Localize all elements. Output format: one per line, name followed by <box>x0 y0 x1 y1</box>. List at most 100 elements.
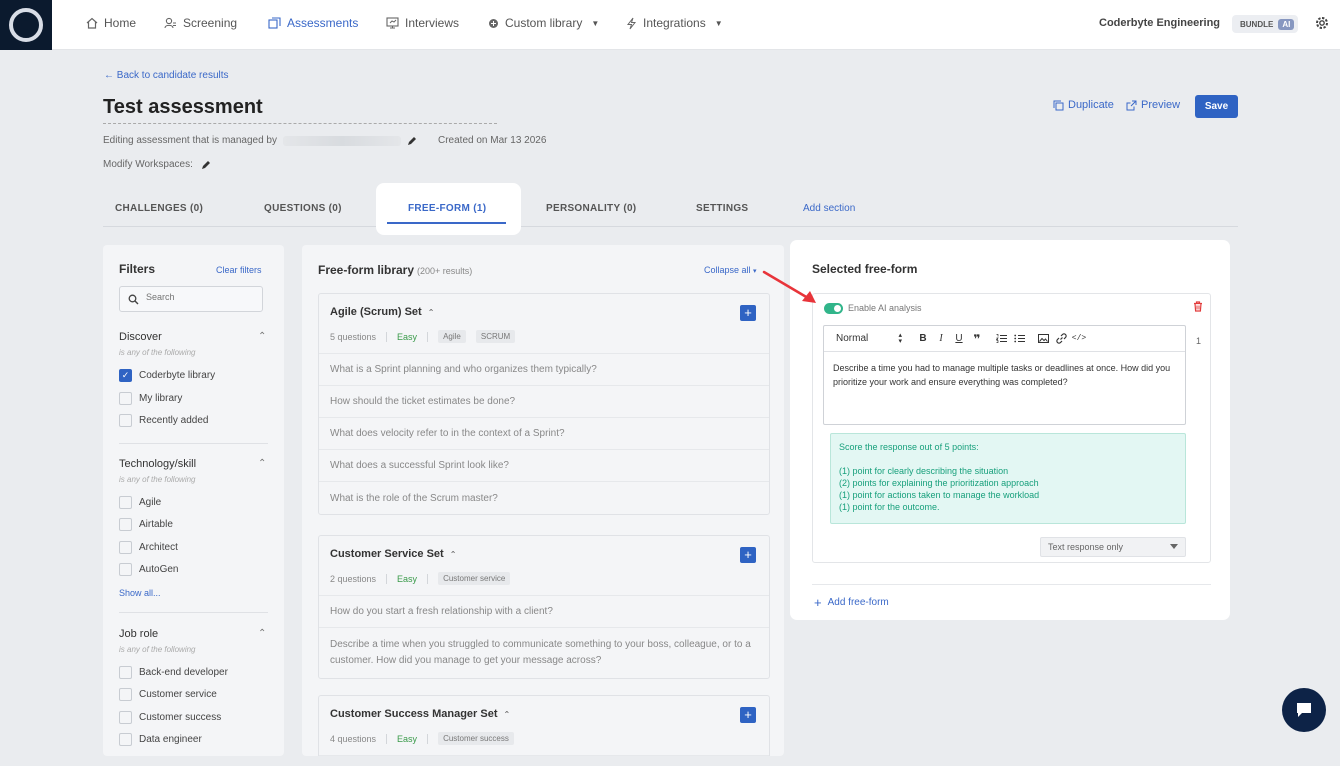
nav-interviews[interactable]: Interviews <box>386 0 459 46</box>
chevron-up-icon[interactable]: ⌃ <box>258 458 266 469</box>
library-question[interactable]: Describe a time when you struggled to co… <box>319 628 769 678</box>
nav-assessments[interactable]: Assessments <box>268 0 358 46</box>
set-header[interactable]: Customer Service Set ⌃ + 2 questions Easy… <box>319 536 769 596</box>
nav-home[interactable]: Home <box>86 0 136 46</box>
gear-icon[interactable] <box>1314 15 1330 31</box>
duplicate-label: Duplicate <box>1068 99 1114 111</box>
filter-option-my-library[interactable]: My library <box>119 392 182 405</box>
chevron-up-icon[interactable]: ⌃ <box>258 628 266 639</box>
question-editor[interactable]: Normal ▴ ▾ B I U ❞ </> Describe a time y… <box>823 325 1186 425</box>
nav-screening[interactable]: Screening <box>164 0 237 46</box>
add-set-button[interactable]: + <box>740 707 756 723</box>
nav-integrations[interactable]: Integrations ▼ <box>626 0 723 46</box>
coderbyte-logo[interactable] <box>0 0 52 50</box>
filter-option-airtable[interactable]: Airtable <box>119 518 173 531</box>
tab-free-form[interactable]: FREE-FORM (1) <box>408 203 486 214</box>
checkbox[interactable] <box>119 563 132 576</box>
set-header[interactable]: Customer Success Manager Set ⌃ + 4 questi… <box>319 696 769 756</box>
save-button[interactable]: Save <box>1195 95 1238 118</box>
rubric-line: (2) points for explaining the prioritiza… <box>839 478 1039 488</box>
filter-option-back-end-developer[interactable]: Back-end developer <box>119 666 228 679</box>
link-icon[interactable] <box>1052 333 1070 344</box>
checkbox-checked[interactable]: ✓ <box>119 369 132 382</box>
set-question-count: 4 questions <box>330 733 377 744</box>
filter-group-technology-title[interactable]: Technology/skill <box>119 458 196 470</box>
filter-option-customer-service[interactable]: Customer service <box>119 688 217 701</box>
checkbox[interactable] <box>119 496 132 509</box>
pencil-icon[interactable] <box>201 160 211 170</box>
library-question[interactable]: What does a successful Sprint look like? <box>319 450 769 482</box>
ordered-list-icon[interactable] <box>992 334 1010 343</box>
collapse-all-link[interactable]: Collapse all ▾ <box>704 265 757 275</box>
response-type-select[interactable]: Text response only <box>1040 537 1186 557</box>
updown-icon: ▴ ▾ <box>898 331 902 345</box>
filter-option-customer-success[interactable]: Customer success <box>119 711 221 724</box>
rubric-line: (1) point for clearly describing the sit… <box>839 466 1009 476</box>
checkbox[interactable] <box>119 518 132 531</box>
add-free-form-button[interactable]: + Add free-form <box>814 595 889 610</box>
add-section-link[interactable]: Add section <box>803 203 855 214</box>
tab-settings[interactable]: SETTINGS <box>696 203 748 214</box>
filter-group-job-role-title[interactable]: Job role <box>119 628 158 640</box>
organization-name[interactable]: Coderbyte Engineering <box>1099 17 1220 29</box>
difficulty-badge: Easy <box>397 573 418 584</box>
duplicate-button[interactable]: Duplicate <box>1053 99 1114 111</box>
checkbox[interactable] <box>119 414 132 427</box>
checkbox[interactable] <box>119 392 132 405</box>
page-title[interactable]: Test assessment <box>103 96 497 124</box>
checkbox[interactable] <box>119 711 132 724</box>
library-question[interactable]: How do you start a fresh relationship wi… <box>319 596 769 628</box>
pencil-icon[interactable] <box>407 136 417 146</box>
format-select[interactable]: Normal ▴ ▾ <box>836 331 902 345</box>
library-question[interactable]: What does velocity refer to in the conte… <box>319 418 769 450</box>
underline-icon[interactable]: U <box>950 333 968 344</box>
checkbox[interactable] <box>119 666 132 679</box>
italic-icon[interactable]: I <box>932 333 950 344</box>
ai-analysis-toggle[interactable] <box>824 303 843 314</box>
chevron-up-icon[interactable]: ⌃ <box>428 308 435 317</box>
code-icon[interactable]: </> <box>1070 334 1088 343</box>
library-question[interactable]: What is the role of the Scrum master? <box>319 482 769 514</box>
checkbox[interactable] <box>119 733 132 746</box>
filter-divider <box>119 443 268 444</box>
tag: Customer success <box>438 732 514 745</box>
checkbox[interactable] <box>119 541 132 554</box>
bold-icon[interactable]: B <box>914 333 932 344</box>
set-meta: 4 questions Easy Customer success <box>330 732 514 745</box>
filter-option-agile[interactable]: Agile <box>119 496 161 509</box>
set-name-text: Customer Service Set <box>330 548 444 560</box>
filter-search-field[interactable] <box>119 286 263 312</box>
filter-option-data-engineer[interactable]: Data engineer <box>119 733 202 746</box>
checkbox[interactable] <box>119 688 132 701</box>
ai-scoring-rubric[interactable]: Score the response out of 5 points: (1) … <box>830 433 1186 524</box>
quote-icon[interactable]: ❞ <box>968 332 986 346</box>
tab-challenges[interactable]: CHALLENGES (0) <box>115 203 203 214</box>
filter-search-input[interactable] <box>146 292 256 302</box>
library-question[interactable]: How should the ticket estimates be done? <box>319 386 769 418</box>
filter-option-architect[interactable]: Architect <box>119 541 178 554</box>
chevron-up-icon[interactable]: ⌃ <box>450 550 457 559</box>
rubric-line <box>839 453 1177 465</box>
add-set-button[interactable]: + <box>740 547 756 563</box>
preview-button[interactable]: Preview <box>1126 99 1180 111</box>
library-question[interactable]: What is a Sprint planning and who organi… <box>319 354 769 386</box>
add-set-button[interactable]: + <box>740 305 756 321</box>
image-icon[interactable] <box>1034 334 1052 343</box>
chat-button[interactable] <box>1282 688 1326 732</box>
filter-group-discover-title[interactable]: Discover <box>119 331 162 343</box>
tab-personality[interactable]: PERSONALITY (0) <box>546 203 636 214</box>
show-all-link[interactable]: Show all... <box>119 588 161 598</box>
filter-option-recently-added[interactable]: Recently added <box>119 414 209 427</box>
set-header[interactable]: Agile (Scrum) Set ⌃ + 5 questions Easy Ag… <box>319 294 769 354</box>
filter-option-autogen[interactable]: AutoGen <box>119 563 178 576</box>
bullet-list-icon[interactable] <box>1010 334 1028 343</box>
chevron-up-icon[interactable]: ⌃ <box>504 710 511 719</box>
filter-option-coderbyte-library[interactable]: ✓ Coderbyte library <box>119 369 215 382</box>
trash-icon[interactable] <box>1193 301 1203 312</box>
tab-questions[interactable]: QUESTIONS (0) <box>264 203 342 214</box>
clear-filters-link[interactable]: Clear filters <box>216 265 262 275</box>
nav-custom-library[interactable]: Custom library ▼ <box>488 0 599 46</box>
chevron-up-icon[interactable]: ⌃ <box>258 331 266 342</box>
back-to-results-link[interactable]: ← Back to candidate results <box>104 70 229 81</box>
question-text[interactable]: Describe a time you had to manage multip… <box>833 362 1183 389</box>
